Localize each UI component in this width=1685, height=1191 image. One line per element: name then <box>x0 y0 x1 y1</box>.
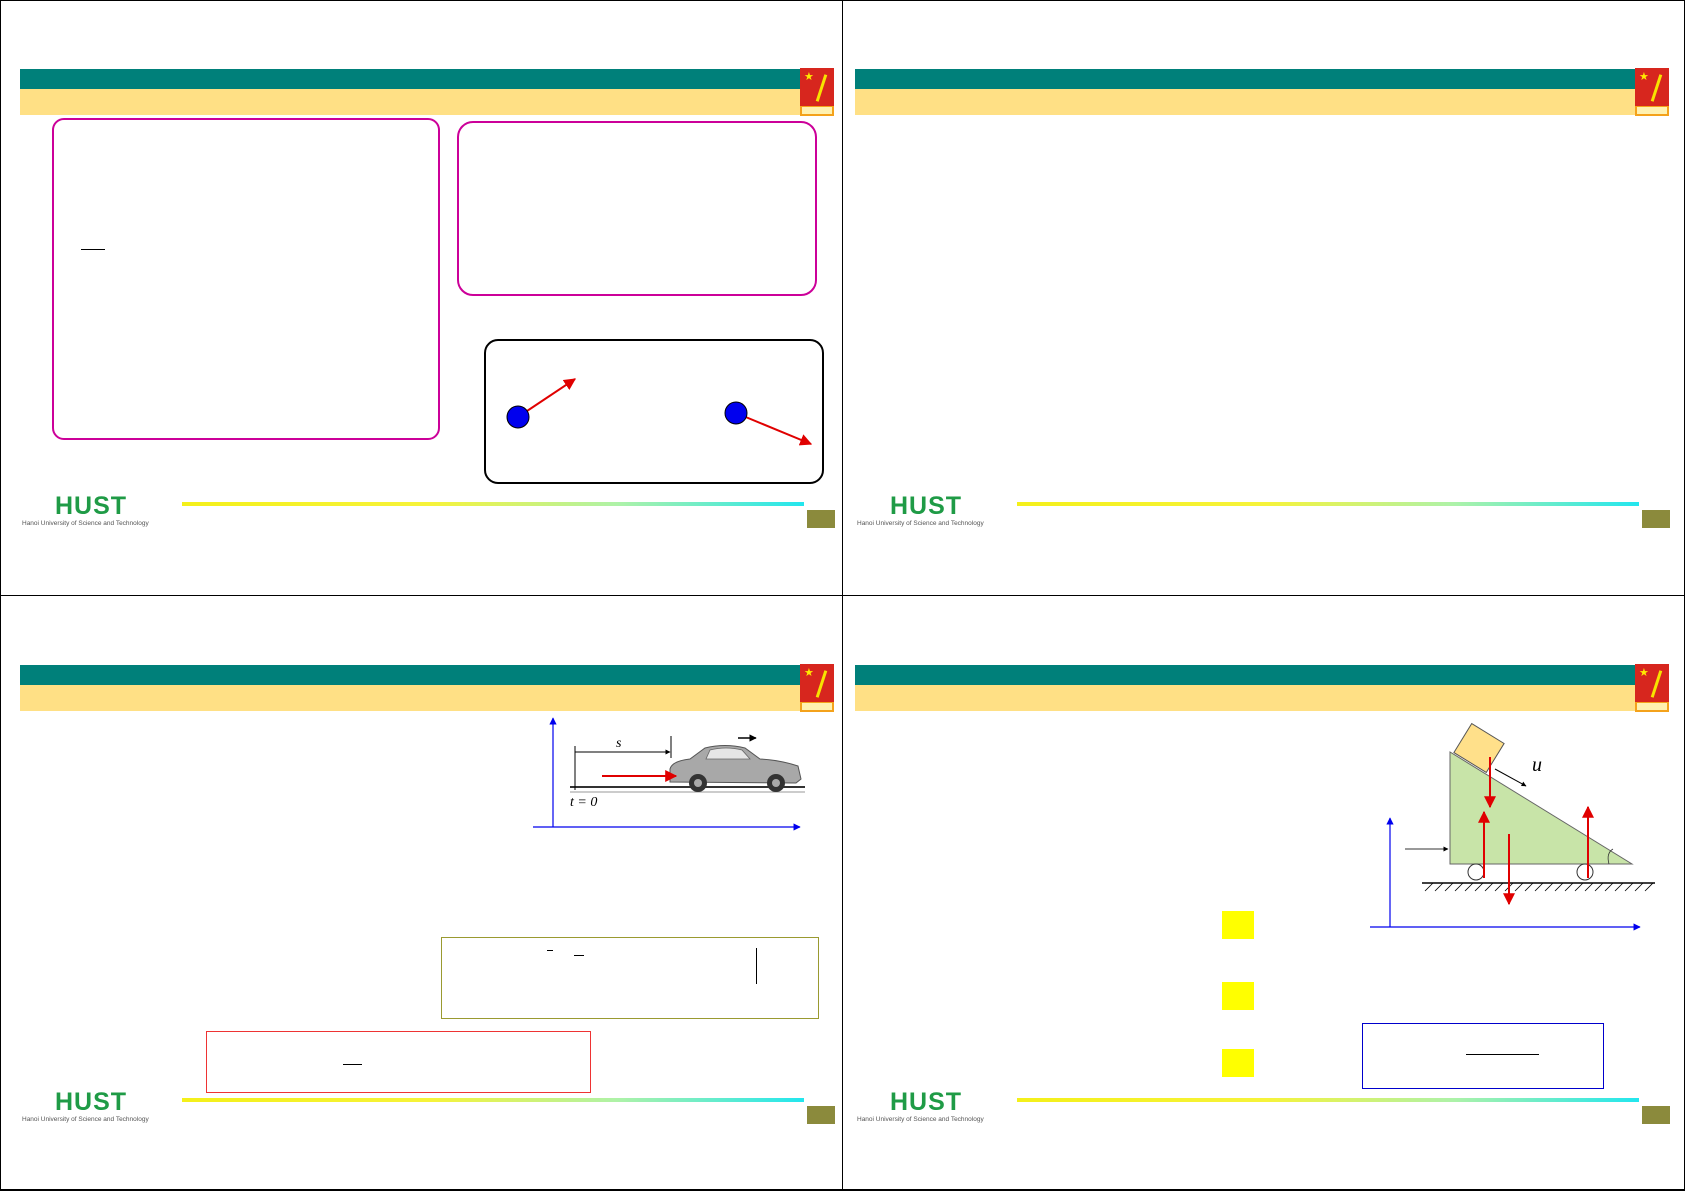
hust-logo: HUST Hanoi University of Science and Tec… <box>22 493 182 527</box>
slide-1: ★ HUST Hanoi University of Science and T… <box>0 0 842 595</box>
hust-logo-subtitle: Hanoi University of Science and Technolo… <box>857 1116 984 1123</box>
footer-gradient-line <box>1017 1098 1639 1102</box>
hust-logo: HUST Hanoi University of Science and Tec… <box>22 1089 182 1123</box>
slide-2: ★ HUST Hanoi University of Science and T… <box>835 0 1677 595</box>
page-number-box <box>807 1106 835 1124</box>
equation-overbar-2 <box>574 955 584 956</box>
footer-gradient-line <box>182 1098 804 1102</box>
velocity-vector-2 <box>735 412 813 446</box>
wheel-left <box>1467 863 1485 881</box>
particle-1 <box>506 405 530 429</box>
page-number-box <box>1642 510 1670 528</box>
slide-4: ★ u HUST Hanoi University of Science and… <box>835 596 1677 1191</box>
wheel-right <box>1576 863 1594 881</box>
footer-gradient-line <box>1017 502 1639 506</box>
university-emblem-icon: ★ <box>1635 68 1669 116</box>
hust-logo-word: HUST <box>890 492 963 520</box>
equation-frame-olive <box>441 937 819 1019</box>
u-label: u <box>1532 754 1542 776</box>
ground-hatching <box>1424 882 1654 892</box>
evaluation-bar <box>756 948 757 984</box>
particle-2 <box>724 401 748 425</box>
hust-logo-subtitle: Hanoi University of Science and Technolo… <box>22 520 149 527</box>
result-fraction-bar <box>343 1064 362 1065</box>
hust-logo-subtitle: Hanoi University of Science and Technolo… <box>857 520 984 527</box>
footer-gradient-line <box>182 502 804 506</box>
page-number-box <box>1642 1106 1670 1124</box>
page-number-box <box>807 510 835 528</box>
hust-logo-word: HUST <box>55 492 128 520</box>
hust-logo-subtitle: Hanoi University of Science and Technolo… <box>22 1116 149 1123</box>
equation-overbar-1 <box>547 950 553 951</box>
slide-3: ★ s t = 0 HUST Hanoi University of Scien… <box>0 596 842 1191</box>
title-bar <box>855 69 1635 89</box>
hust-logo-word: HUST <box>890 1088 963 1116</box>
t-zero-label: t = 0 <box>570 795 597 810</box>
hust-logo-word: HUST <box>55 1088 128 1116</box>
hust-logo: HUST Hanoi University of Science and Tec… <box>857 1089 1017 1123</box>
car-icon <box>669 745 802 792</box>
result-frame-red <box>206 1031 591 1093</box>
hust-logo: HUST Hanoi University of Science and Tec… <box>857 493 1017 527</box>
subtitle-bar <box>855 89 1635 115</box>
s-label: s <box>616 736 622 751</box>
